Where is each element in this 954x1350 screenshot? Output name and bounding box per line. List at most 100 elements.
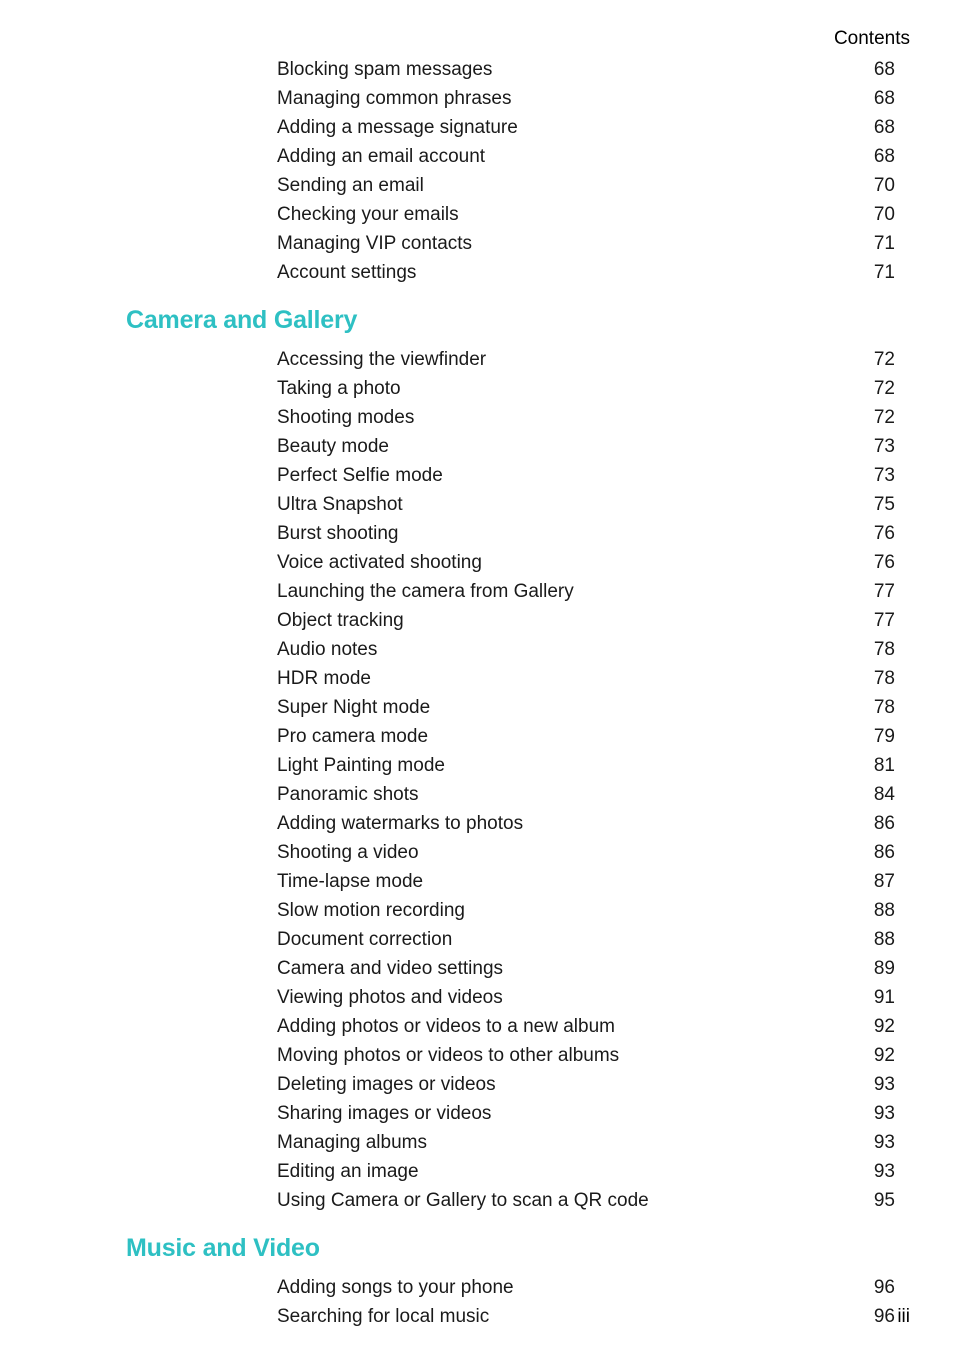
toc-entry[interactable]: Adding photos or videos to a new album 92: [277, 1012, 895, 1041]
toc-entry[interactable]: Moving photos or videos to other albums 9…: [277, 1041, 895, 1070]
toc-entry-page-number: 95: [873, 1190, 895, 1211]
toc-entry-page-number: 92: [873, 1045, 895, 1066]
toc-entry[interactable]: Panoramic shots 84: [277, 780, 895, 809]
toc-entry[interactable]: Using Camera or Gallery to scan a QR cod…: [277, 1186, 895, 1215]
toc-entry-title: Burst shooting: [277, 523, 399, 544]
toc-entry-page-number: 70: [873, 204, 895, 225]
toc-entry-page-number: 71: [873, 233, 895, 254]
toc-entry-page-number: 96: [873, 1277, 895, 1298]
toc-entry-page-number: 86: [873, 842, 895, 863]
toc-entry-title: Ultra Snapshot: [277, 494, 403, 515]
toc-entry-page-number: 93: [873, 1103, 895, 1124]
toc-entry[interactable]: Ultra Snapshot 75: [277, 490, 895, 519]
toc-entry-title: Shooting a video: [277, 842, 419, 863]
toc-entry[interactable]: Viewing photos and videos 91: [277, 983, 895, 1012]
toc-entry-page-number: 78: [873, 639, 895, 660]
toc-entry-title: Adding watermarks to photos: [277, 813, 524, 834]
toc-entry-title: Audio notes: [277, 639, 378, 660]
toc-entry[interactable]: Adding an email account 68: [277, 142, 895, 171]
toc-entry[interactable]: Beauty mode 73: [277, 432, 895, 461]
toc-entry[interactable]: Camera and video settings 89: [277, 954, 895, 983]
toc-entry-page-number: 84: [873, 784, 895, 805]
toc-entry[interactable]: Super Night mode 78: [277, 693, 895, 722]
toc-entry-title: Managing albums: [277, 1132, 427, 1153]
toc-entry-title: HDR mode: [277, 668, 371, 689]
toc-entry-title: Accessing the viewfinder: [277, 349, 487, 370]
toc-entry-page-number: 88: [873, 900, 895, 921]
toc-entry-page-number: 76: [873, 552, 895, 573]
toc-entry-page-number: 87: [873, 871, 895, 892]
toc-entry-page-number: 81: [873, 755, 895, 776]
toc-section-heading-block: Camera and Gallery: [0, 287, 954, 345]
toc-entry-page-number: 92: [873, 1016, 895, 1037]
toc-entry[interactable]: Audio notes 78: [277, 635, 895, 664]
toc-entry-title: Taking a photo: [277, 378, 401, 399]
toc-entry[interactable]: Managing common phrases 68: [277, 84, 895, 113]
toc-section-heading[interactable]: Music and Video: [126, 1233, 954, 1263]
toc-entry-title: Document correction: [277, 929, 453, 950]
toc-entry[interactable]: Voice activated shooting 76: [277, 548, 895, 577]
toc-page: Contents Blocking spam messages 68 Managin…: [0, 0, 954, 1350]
toc-entry-page-number: 78: [873, 697, 895, 718]
toc-entry-page-number: 79: [873, 726, 895, 747]
toc-entry-page-number: 93: [873, 1132, 895, 1153]
toc-entry[interactable]: Editing an image 93: [277, 1157, 895, 1186]
toc-entry-title: Shooting modes: [277, 407, 415, 428]
toc-entry[interactable]: Adding watermarks to photos 86: [277, 809, 895, 838]
toc-entry[interactable]: Managing VIP contacts 71: [277, 229, 895, 258]
toc-entry[interactable]: Pro camera mode 79: [277, 722, 895, 751]
toc-entry-page-number: 73: [873, 436, 895, 457]
toc-entry-title: Launching the camera from Gallery: [277, 581, 574, 602]
toc-entry[interactable]: Adding a message signature 68: [277, 113, 895, 142]
toc-section-heading[interactable]: Camera and Gallery: [126, 305, 954, 335]
toc-entry-title: Blocking spam messages: [277, 59, 493, 80]
toc-entry[interactable]: Sending an email 70: [277, 171, 895, 200]
toc-entry[interactable]: Taking a photo 72: [277, 374, 895, 403]
toc-entry-title: Adding photos or videos to a new album: [277, 1016, 615, 1037]
toc-entry[interactable]: Object tracking 77: [277, 606, 895, 635]
toc-entry[interactable]: Deleting images or videos 93: [277, 1070, 895, 1099]
toc-entry[interactable]: Shooting modes 72: [277, 403, 895, 432]
toc-entry[interactable]: Checking your emails 70: [277, 200, 895, 229]
toc-entry-page-number: 72: [873, 407, 895, 428]
toc-entry[interactable]: Burst shooting 76: [277, 519, 895, 548]
toc-entry-title: Object tracking: [277, 610, 404, 631]
toc-entry-title: Sending an email: [277, 175, 424, 196]
toc-entry-title: Light Painting mode: [277, 755, 445, 776]
toc-entry-title: Searching for local music: [277, 1306, 490, 1327]
toc-entry-page-number: 68: [873, 117, 895, 138]
toc-section-heading-block: Music and Video: [0, 1215, 954, 1273]
toc-entry[interactable]: Document correction 88: [277, 925, 895, 954]
toc-entry-page-number: 96: [873, 1306, 895, 1327]
toc-entry[interactable]: Perfect Selfie mode 73: [277, 461, 895, 490]
toc-entry-title: Camera and video settings: [277, 958, 504, 979]
toc-entry[interactable]: Searching for local music 96: [277, 1302, 895, 1331]
running-header-contents: Contents: [833, 28, 910, 49]
toc-entry-title: Account settings: [277, 262, 417, 283]
toc-entry-title: Checking your emails: [277, 204, 459, 225]
toc-entry-title: Time-lapse mode: [277, 871, 424, 892]
toc-entry-title: Deleting images or videos: [277, 1074, 496, 1095]
toc-entry[interactable]: Accessing the viewfinder 72: [277, 345, 895, 374]
toc-entry[interactable]: Launching the camera from Gallery 77: [277, 577, 895, 606]
table-of-contents: Blocking spam messages 68 Managing common …: [0, 55, 954, 1331]
toc-entry[interactable]: Managing albums 93: [277, 1128, 895, 1157]
toc-entry-page-number: 68: [873, 59, 895, 80]
toc-entry-page-number: 68: [873, 88, 895, 109]
toc-entry-title: Pro camera mode: [277, 726, 429, 747]
toc-entry[interactable]: Adding songs to your phone 96: [277, 1273, 895, 1302]
toc-entry[interactable]: Sharing images or videos 93: [277, 1099, 895, 1128]
toc-entry-title: Perfect Selfie mode: [277, 465, 443, 486]
toc-entry[interactable]: Account settings 71: [277, 258, 895, 287]
toc-entry-title: Managing VIP contacts: [277, 233, 473, 254]
toc-entry[interactable]: Light Painting mode 81: [277, 751, 895, 780]
toc-entry[interactable]: HDR mode 78: [277, 664, 895, 693]
toc-entry-title: Beauty mode: [277, 436, 389, 457]
toc-entry[interactable]: Blocking spam messages 68: [277, 55, 895, 84]
toc-entry[interactable]: Slow motion recording 88: [277, 896, 895, 925]
toc-entry-title: Using Camera or Gallery to scan a QR cod…: [277, 1190, 649, 1211]
toc-entry-page-number: 70: [873, 175, 895, 196]
toc-entry-title: Panoramic shots: [277, 784, 419, 805]
toc-entry[interactable]: Shooting a video 86: [277, 838, 895, 867]
toc-entry[interactable]: Time-lapse mode 87: [277, 867, 895, 896]
